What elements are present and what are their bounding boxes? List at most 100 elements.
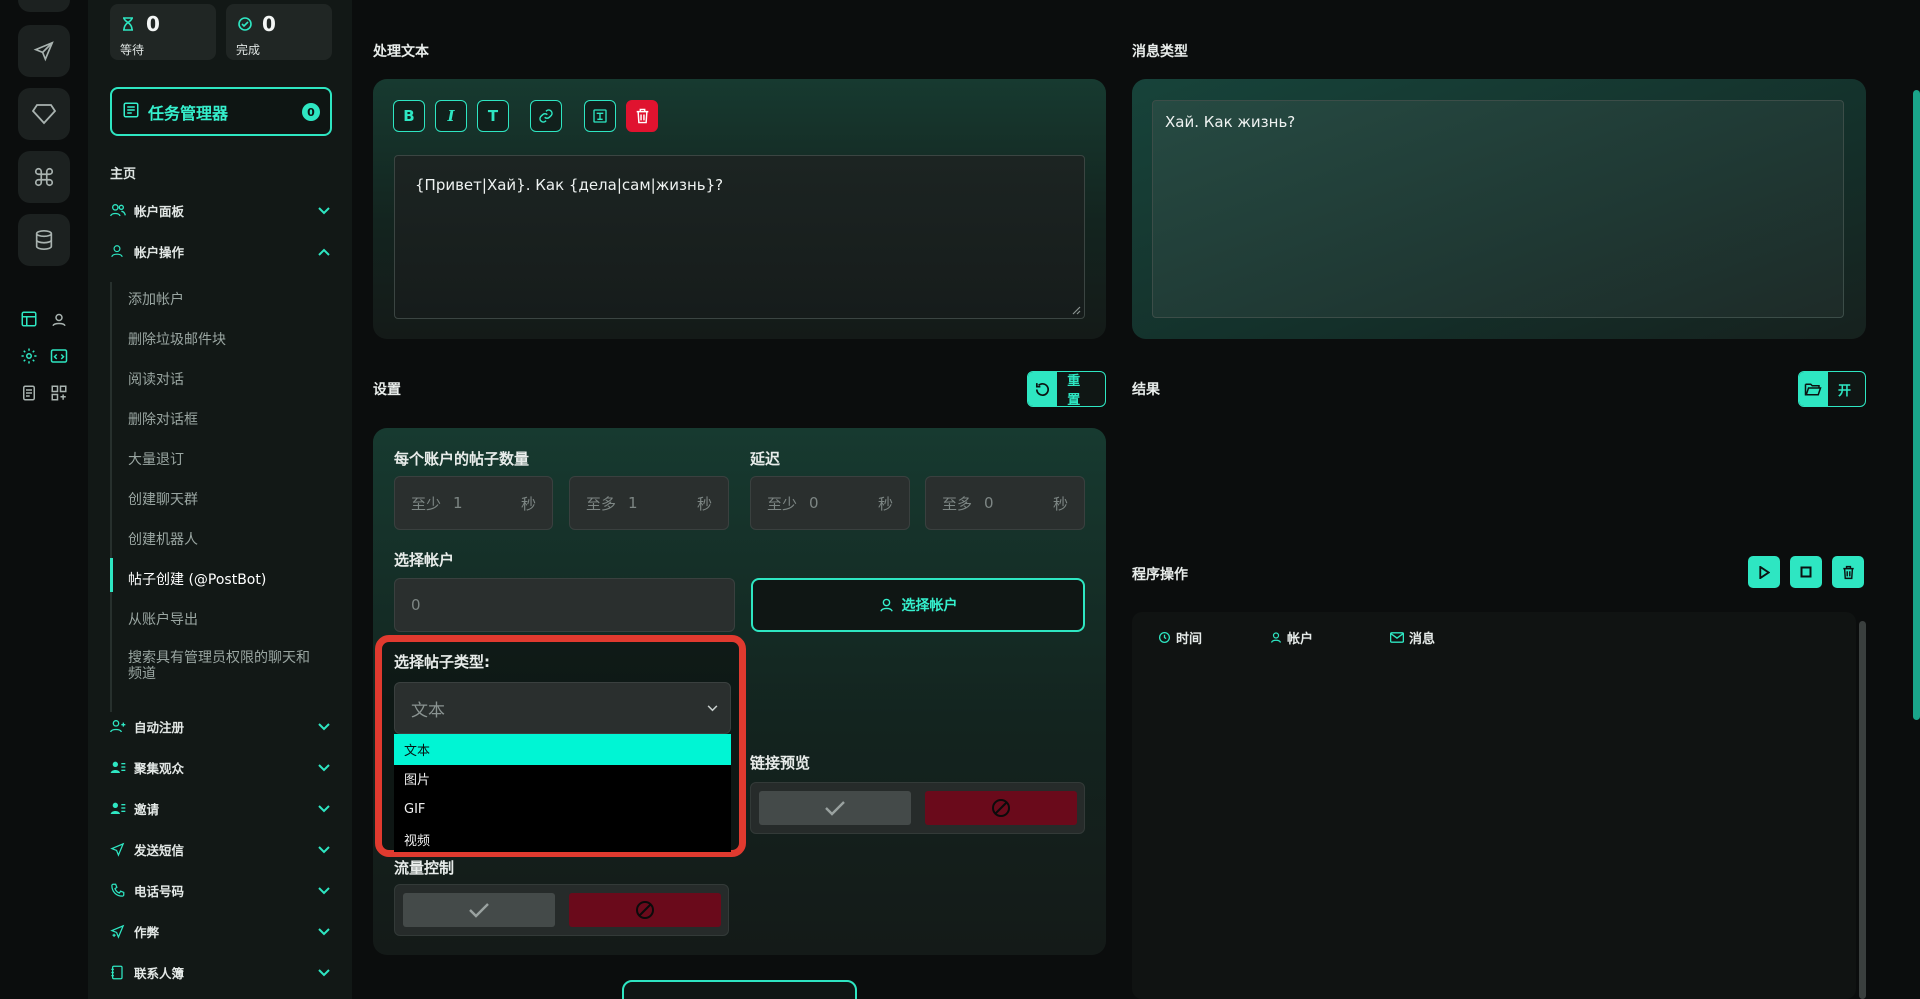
done-stat: 0 完成 <box>226 4 332 60</box>
sub-item-search-admin-chats[interactable]: 搜索具有管理员权限的聊天和频道 <box>128 650 318 682</box>
mail-icon <box>1390 632 1404 643</box>
sub-item-delete-dialogs[interactable]: 删除对话框 <box>128 412 318 428</box>
sub-item-create-bot[interactable]: 创建机器人 <box>128 532 318 548</box>
sub-item-add-account[interactable]: 添加帐户 <box>128 292 318 308</box>
clear-log-button[interactable] <box>1832 556 1864 588</box>
sidebar: 0 等待 0 完成 任务管理器 0 主页 帐户面板 帐户操作 添加帐户 删除垃圾… <box>88 0 352 999</box>
chevron-down-icon <box>318 842 330 857</box>
nav-contacts[interactable]: 联系人簿 <box>110 957 332 987</box>
flow-control-yes-button[interactable] <box>403 893 555 927</box>
delay-max-prefix: 至多 <box>942 494 973 513</box>
link-preview-yes-button[interactable] <box>759 791 911 825</box>
document-icon[interactable] <box>18 382 40 404</box>
log-col-message-label: 消息 <box>1409 632 1436 647</box>
posts-max-unit: 秒 <box>696 494 712 513</box>
posts-max-value: 1 <box>628 494 638 512</box>
posts-min-field[interactable]: 至少 1 秒 <box>394 476 553 530</box>
command-rail-button[interactable] <box>18 151 70 203</box>
settings-icon[interactable] <box>18 345 40 367</box>
nav-cheat-label: 作弊 <box>134 924 160 940</box>
refresh-icon <box>1028 372 1058 406</box>
code-window-icon[interactable] <box>48 345 70 367</box>
link-button[interactable] <box>530 100 562 132</box>
link-preview-no-button[interactable] <box>925 791 1077 825</box>
results-title: 结果 <box>1132 382 1160 398</box>
text-button[interactable]: T <box>477 100 509 132</box>
user-icon <box>110 244 130 258</box>
select-account-button[interactable]: 选择帐户 <box>751 578 1085 632</box>
posts-min-unit: 秒 <box>520 494 536 513</box>
task-manager-button[interactable]: 任务管理器 0 <box>110 87 332 136</box>
send-icon <box>110 842 130 857</box>
reset-button[interactable]: 重置 <box>1027 371 1106 407</box>
sub-item-read-dialogs[interactable]: 阅读对话 <box>128 372 318 388</box>
report-icon[interactable] <box>18 308 40 330</box>
post-type-selected-value: 文本 <box>411 700 445 721</box>
nav-send-sms[interactable]: 发送短信 <box>110 834 332 864</box>
start-button[interactable] <box>622 980 857 999</box>
clear-text-button[interactable] <box>626 100 658 132</box>
bold-button[interactable]: B <box>393 100 425 132</box>
user-icon <box>1270 632 1282 643</box>
format-button[interactable] <box>584 100 616 132</box>
delay-min-field[interactable]: 至少 0 秒 <box>750 476 910 530</box>
diamond-rail-button[interactable] <box>18 88 70 140</box>
nav-invite-label: 邀请 <box>134 801 160 817</box>
stop-icon <box>1800 566 1812 578</box>
sub-item-create-chat[interactable]: 创建聊天群 <box>128 492 318 508</box>
nav-contacts-label: 联系人簿 <box>134 965 185 981</box>
sub-item-post-creation[interactable]: 帖子创建 (@PostBot) <box>128 572 318 588</box>
send-rail-button[interactable] <box>18 25 70 77</box>
run-button[interactable] <box>1748 556 1780 588</box>
flow-control-no-button[interactable] <box>569 893 721 927</box>
posts-min-prefix: 至少 <box>411 494 442 513</box>
nav-invite[interactable]: 邀请 <box>110 793 332 823</box>
chevron-up-icon <box>318 244 330 259</box>
post-type-option-image[interactable]: 图片 <box>394 763 731 794</box>
rail-top-button[interactable] <box>18 0 70 12</box>
check-icon <box>469 903 489 918</box>
stop-button[interactable] <box>1790 556 1822 588</box>
chevron-down-icon <box>318 203 330 218</box>
post-type-select[interactable]: 文本 <box>394 682 731 734</box>
contacts-book-icon <box>110 965 130 980</box>
log-scrollbar[interactable] <box>1859 621 1866 999</box>
chevron-down-icon <box>318 924 330 939</box>
account-count-field[interactable]: 0 <box>394 578 735 632</box>
resize-handle-icon[interactable] <box>1071 305 1081 315</box>
text-input[interactable]: {Привет|Хай}. Как {дела|сам|жизнь}? <box>394 155 1085 319</box>
nav-account-panel[interactable]: 帐户面板 <box>110 195 332 225</box>
posts-per-account-label: 每个账户的帖子数量 <box>394 450 530 468</box>
waiting-count: 0 <box>146 12 160 36</box>
post-type-option-video[interactable]: 视频 <box>394 824 731 855</box>
text-input-value: {Привет|Хай}. Как {дела|сам|жизнь}? <box>415 176 724 194</box>
log-col-time-label: 时间 <box>1176 632 1203 647</box>
profile-icon[interactable] <box>48 308 70 330</box>
apps-icon[interactable] <box>48 382 70 404</box>
nav-gather-audience[interactable]: 聚集观众 <box>110 752 332 782</box>
sub-item-export-account[interactable]: 从账户导出 <box>128 612 318 628</box>
open-results-button[interactable]: 开 <box>1798 371 1866 407</box>
sub-item-mass-unsubscribe[interactable]: 大量退订 <box>128 452 318 468</box>
nav-phone-numbers[interactable]: 电话号码 <box>110 875 332 905</box>
delay-label: 延迟 <box>750 450 781 468</box>
task-manager-label: 任务管理器 <box>148 103 229 123</box>
nav-account-ops[interactable]: 帐户操作 <box>110 236 332 266</box>
log-col-time: 时间 <box>1158 628 1202 647</box>
users-icon <box>110 203 130 217</box>
nav-cheat[interactable]: 作弊 <box>110 916 332 946</box>
nav-auto-register[interactable]: 自动注册 <box>110 711 332 741</box>
database-rail-button[interactable] <box>18 214 70 266</box>
post-type-option-gif[interactable]: GIF <box>394 794 731 825</box>
log-table: 时间 帐户 消息 <box>1132 612 1856 999</box>
check-icon <box>825 801 845 816</box>
italic-button[interactable]: I <box>435 100 467 132</box>
database-icon <box>35 230 53 250</box>
home-section-title: 主页 <box>110 167 137 182</box>
log-col-message: 消息 <box>1390 628 1435 647</box>
page-scrollbar[interactable] <box>1913 90 1920 720</box>
sub-item-remove-spam-block[interactable]: 删除垃圾邮件块 <box>128 332 318 348</box>
delay-max-field[interactable]: 至多 0 秒 <box>925 476 1085 530</box>
post-type-option-text[interactable]: 文本 <box>394 734 731 765</box>
posts-max-field[interactable]: 至多 1 秒 <box>569 476 729 530</box>
